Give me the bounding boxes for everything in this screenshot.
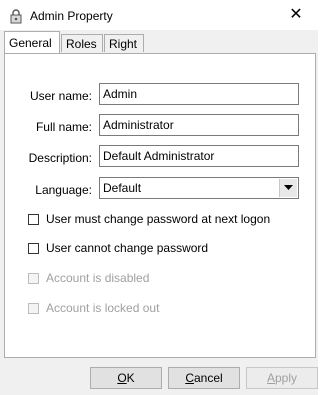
account-locked-checkbox [28, 302, 39, 314]
cannot-change-password-checkbox[interactable] [28, 242, 39, 254]
apply-button-mnemonic: A [266, 371, 275, 385]
account-disabled-checkbox [28, 272, 39, 284]
account-locked-option: Account is locked out [28, 300, 159, 316]
cannot-change-password-label: User cannot change password [46, 241, 209, 255]
chevron-down-icon [284, 185, 293, 190]
full-name-field[interactable]: Administrator [99, 114, 299, 136]
language-label: Language: [35, 183, 92, 197]
language-select-value: Default [103, 181, 142, 195]
ok-button-mnemonic: O [117, 371, 127, 385]
dropdown-button[interactable] [279, 179, 297, 197]
apply-button-label: pply [275, 371, 298, 385]
cancel-button-label: ancel [193, 371, 223, 385]
window-title: Admin Property [30, 9, 113, 23]
account-disabled-option: Account is disabled [28, 270, 149, 286]
title-bar: Admin Property ✕ [0, 0, 318, 30]
cannot-change-password-option[interactable]: User cannot change password [28, 240, 208, 256]
close-icon: ✕ [289, 6, 303, 23]
admin-property-dialog: Admin Property ✕ General Roles Right Use… [0, 0, 318, 395]
tab-roles[interactable]: Roles [61, 34, 103, 52]
description-field[interactable]: Default Administrator [99, 145, 299, 167]
ok-button-label: K [126, 371, 135, 385]
must-change-password-option[interactable]: User must change password at next logon [28, 211, 270, 227]
cancel-button[interactable]: Cancel [168, 367, 240, 389]
tab-right[interactable]: Right [104, 34, 144, 52]
ok-button[interactable]: OK [90, 367, 162, 389]
description-label: Description: [28, 151, 92, 165]
user-name-label: User name: [29, 89, 92, 103]
cancel-button-mnemonic: C [185, 371, 194, 385]
language-select[interactable]: Default [99, 177, 299, 199]
close-button[interactable]: ✕ [274, 0, 318, 30]
tab-strip: General Roles Right [0, 30, 318, 54]
account-locked-label: Account is locked out [46, 301, 160, 315]
full-name-label: Full name: [35, 120, 92, 134]
tab-general[interactable]: General [4, 31, 60, 53]
must-change-password-checkbox[interactable] [28, 213, 39, 225]
apply-button: Apply [246, 367, 318, 389]
user-property-icon [8, 8, 24, 24]
user-name-field[interactable]: Admin [99, 83, 299, 105]
account-disabled-label: Account is disabled [46, 271, 150, 285]
must-change-password-label: User must change password at next logon [46, 212, 271, 226]
